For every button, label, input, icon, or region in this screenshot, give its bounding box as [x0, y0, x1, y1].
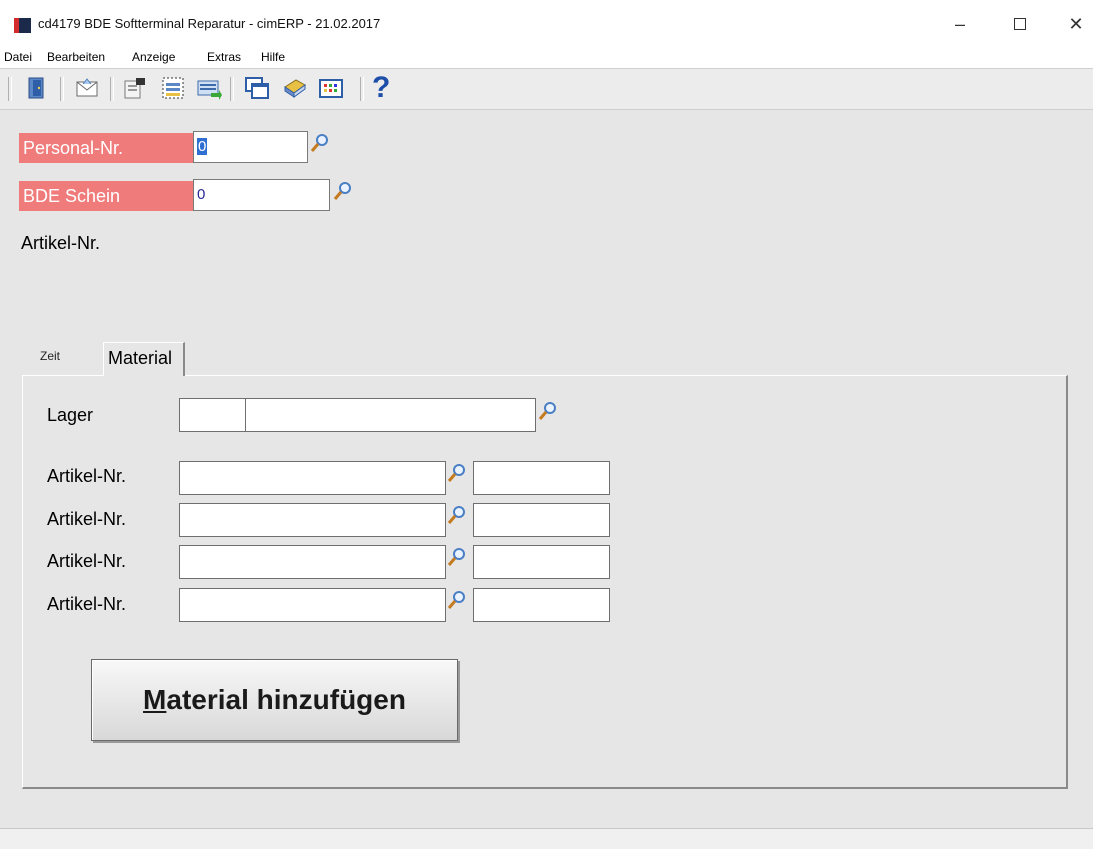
personal-nr-field[interactable]: 0: [193, 131, 308, 163]
bde-schein-lookup-icon[interactable]: [332, 180, 354, 202]
artikel-nr-label: Artikel-Nr.: [47, 509, 127, 529]
lager-lookup-icon[interactable]: [537, 400, 559, 422]
artikel-nr-label: Artikel-Nr.: [47, 594, 127, 614]
maximize-icon: [1014, 18, 1026, 30]
title-bar: cd4179 BDE Softterminal Reparatur - cimE…: [0, 0, 1093, 46]
tab-material[interactable]: Material: [103, 342, 185, 376]
tab-zeit[interactable]: Zeit: [40, 349, 60, 363]
button-mnemonic: M: [143, 684, 167, 715]
toolbar-separator: [110, 77, 114, 101]
toolbar-separator: [230, 77, 234, 101]
artikel-nr-input[interactable]: [179, 461, 446, 495]
artikel-lookup-icon[interactable]: [446, 504, 468, 526]
artikel-quantity-input[interactable]: [473, 503, 610, 537]
button-label: aterial hinzufügen: [166, 684, 406, 715]
artikel-quantity-input[interactable]: [473, 545, 610, 579]
toolbar-separator: [60, 77, 64, 101]
toolbar: ?: [0, 68, 1093, 110]
artikel-quantity-input[interactable]: [473, 461, 610, 495]
personal-nr-value: 0: [197, 138, 208, 155]
personal-nr-label: Personal-Nr.: [19, 133, 194, 163]
book-icon[interactable]: [282, 75, 308, 101]
artikel-nr-label: Artikel-Nr.: [47, 551, 127, 571]
artikel-nr-input[interactable]: [179, 545, 446, 579]
artikel-quantity-input[interactable]: [473, 588, 610, 622]
menu-bar: Datei Bearbeiten Anzeige Extras Hilfe: [0, 46, 1093, 68]
personal-nr-lookup-icon[interactable]: [309, 132, 331, 154]
envelope-icon[interactable]: [74, 75, 100, 101]
maximize-button[interactable]: [1000, 8, 1040, 40]
lager-code-field[interactable]: [179, 398, 247, 432]
menu-anzeige[interactable]: Anzeige: [132, 50, 175, 64]
artikel-nr-input[interactable]: [179, 588, 446, 622]
artikel-lookup-icon[interactable]: [446, 589, 468, 611]
edit-record-icon[interactable]: [122, 75, 148, 101]
exit-door-icon[interactable]: [24, 75, 50, 101]
data-transfer-icon[interactable]: [196, 75, 222, 101]
close-button[interactable]: ✕: [1056, 8, 1093, 40]
select-list-icon[interactable]: [160, 75, 186, 101]
artikel-lookup-icon[interactable]: [446, 462, 468, 484]
toolbar-separator: [360, 77, 364, 101]
lager-label: Lager: [47, 405, 94, 425]
artikel-lookup-icon[interactable]: [446, 546, 468, 568]
window-title: cd4179 BDE Softterminal Reparatur - cimE…: [38, 16, 381, 31]
bde-schein-field[interactable]: 0: [193, 179, 330, 211]
windows-icon[interactable]: [244, 75, 270, 101]
menu-extras[interactable]: Extras: [207, 50, 241, 64]
menu-bearbeiten[interactable]: Bearbeiten: [47, 50, 105, 64]
lager-name-field[interactable]: [245, 398, 536, 432]
menu-datei[interactable]: Datei: [4, 50, 32, 64]
toolbar-separator: [8, 77, 12, 101]
bde-schein-label: BDE Schein: [19, 181, 194, 211]
grid-icon[interactable]: [318, 75, 344, 101]
minimize-button[interactable]: –: [940, 8, 980, 40]
artikel-nr-input[interactable]: [179, 503, 446, 537]
status-bar: [0, 828, 1093, 849]
help-icon[interactable]: ?: [372, 73, 398, 103]
material-hinzufuegen-button[interactable]: Material hinzufügen: [91, 659, 458, 741]
menu-hilfe[interactable]: Hilfe: [261, 50, 285, 64]
artikel-nr-label: Artikel-Nr.: [47, 466, 127, 486]
artikel-nr-header-label: Artikel-Nr.: [21, 233, 101, 253]
app-logo-icon: [14, 18, 31, 33]
